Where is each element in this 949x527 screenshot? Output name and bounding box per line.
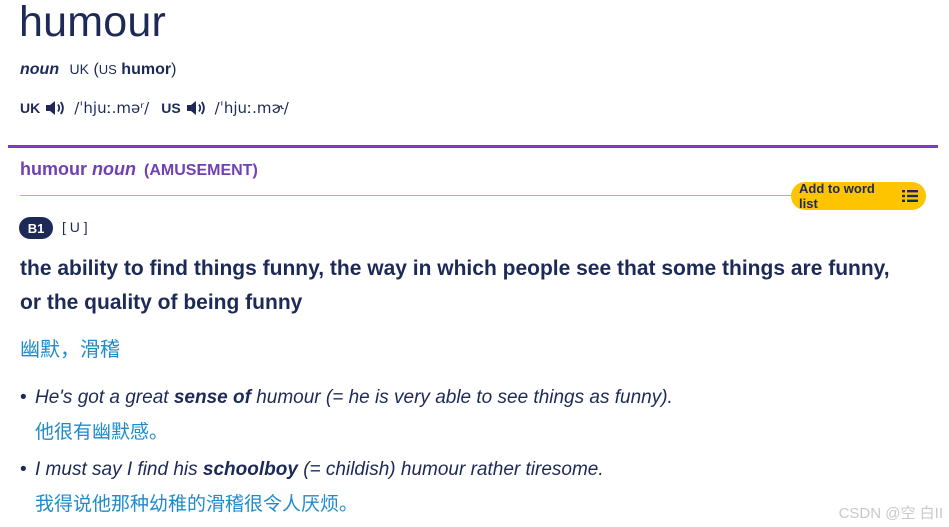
example-text-part: He's got a great	[35, 387, 174, 408]
us-spelling-variant: humor	[121, 61, 172, 78]
cefr-level-badge: B1	[19, 217, 53, 239]
us-pron-label: US	[161, 100, 181, 116]
example-collocation: sense of	[173, 387, 251, 408]
uk-ipa: /ˈhjuː.məʳ/	[74, 99, 150, 117]
add-to-word-list-button[interactable]: Add to word list	[791, 181, 926, 211]
example-translation: 他很有幽默感。	[35, 421, 169, 443]
grammar-code: [ U ]	[62, 219, 88, 235]
sense-underline	[20, 195, 800, 196]
headword: humour	[19, 0, 166, 46]
uk-speaker-icon[interactable]	[44, 98, 68, 118]
us-speaker-icon[interactable]	[185, 98, 209, 118]
pos-line: noun UK (US humor)	[20, 61, 176, 79]
paren-close: )	[171, 61, 177, 78]
us-ipa: /ˈhjuː.mɚ/	[214, 99, 289, 117]
sense-pos: noun	[92, 159, 136, 179]
uk-pron-label: UK	[20, 100, 41, 116]
list-icon	[902, 189, 918, 203]
example-text-part: humour (= he is very able to see things …	[250, 387, 673, 408]
example-text: He's got a great sense of humour (= he i…	[35, 387, 673, 409]
guideword: (AMUSEMENT)	[144, 162, 258, 179]
definition: the ability to find things funny, the wa…	[20, 257, 890, 314]
example-text-part: I must say I find his	[35, 459, 203, 480]
dictionary-entry: humour noun UK (US humor) UK /ˈhjuː.məʳ/…	[0, 0, 949, 527]
pronunciation-row: UK /ˈhjuː.məʳ/ US /ˈhjuː.mɚ/	[20, 96, 301, 120]
add-to-word-list-label: Add to word list	[799, 181, 875, 211]
sense-divider	[8, 145, 938, 148]
example-text: I must say I find his schoolboy (= child…	[35, 459, 604, 481]
example-collocation: schoolboy	[202, 459, 298, 480]
bullet: •	[20, 387, 27, 408]
bullet: •	[20, 459, 27, 480]
definition-translation: 幽默，滑稽	[20, 337, 120, 361]
part-of-speech: noun	[20, 61, 60, 78]
example-translation: 我得说他那种幼稚的滑稽很令人厌烦。	[35, 493, 359, 515]
region-label-uk: UK	[69, 61, 89, 77]
watermark: CSDN @空 白II	[838, 505, 943, 522]
region-label-us: US	[98, 62, 117, 77]
sense-title: humour noun (AMUSEMENT)	[20, 159, 258, 180]
example-text-part: (= childish) humour rather tiresome.	[297, 459, 604, 480]
sense-word: humour	[20, 159, 87, 179]
